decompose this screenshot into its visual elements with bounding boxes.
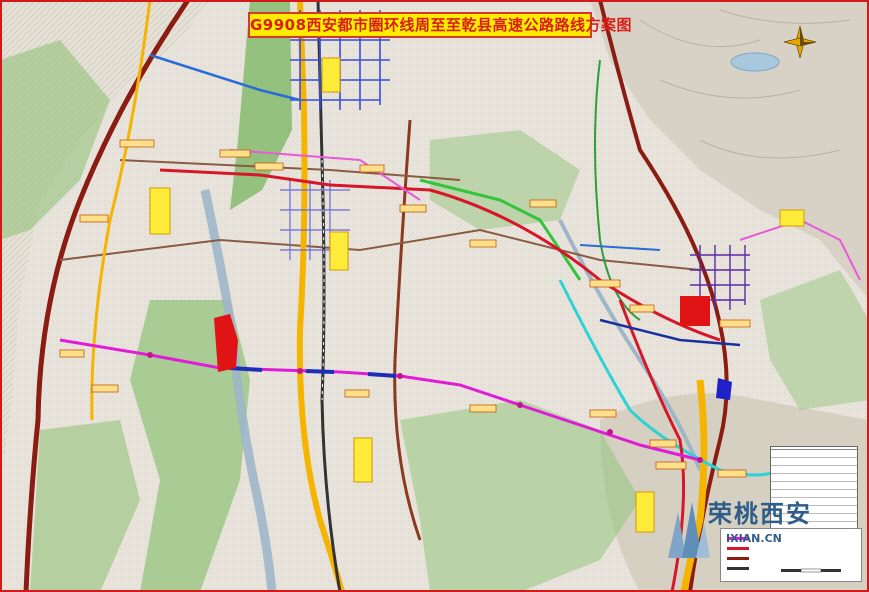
watermark-text: 荣桃西安 — [708, 499, 812, 528]
lake — [730, 52, 780, 72]
red-zone-east — [680, 296, 710, 326]
watermark-url: IXIAN.CN — [726, 532, 782, 545]
district-label-south — [353, 437, 373, 483]
map-title: G9908西安都市圈环线周至至乾县高速公路路线方案图 — [248, 12, 632, 38]
watermark-building-icon — [668, 502, 710, 558]
watermark: 荣桃西安 IXIAN.CN — [664, 492, 864, 562]
district-label-central — [329, 231, 349, 271]
district-label-southeast — [635, 491, 655, 533]
route-map: G9908西安都市圈环线周至至乾县高速公路路线方案图 荣桃西安 IXIAN.CN — [0, 0, 869, 592]
district-label-east — [779, 209, 805, 227]
district-label-west — [149, 187, 171, 235]
district-label-north — [321, 57, 341, 93]
